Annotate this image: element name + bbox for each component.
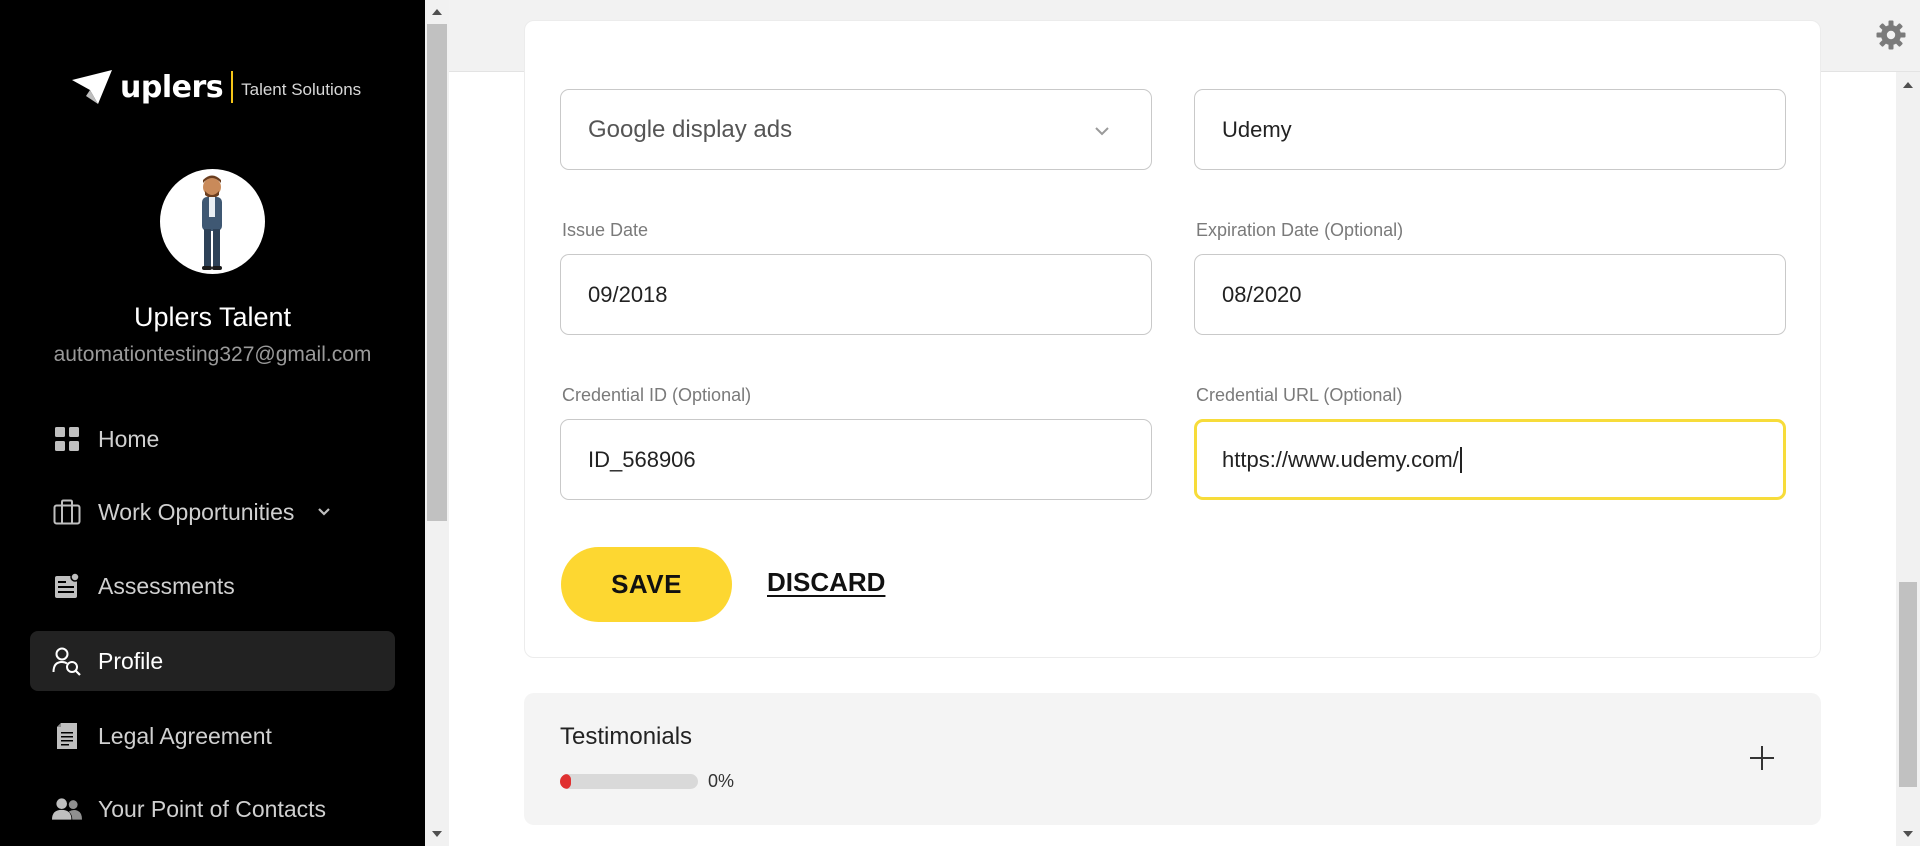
discard-button[interactable]: DISCARD [767, 567, 885, 598]
sidebar-item-label: Work Opportunities [98, 498, 295, 525]
user-name: Uplers Talent [133, 302, 292, 332]
briefcase-icon [52, 497, 82, 527]
assessment-icon [52, 571, 82, 601]
save-button[interactable]: SAVE [561, 547, 732, 622]
issue-date-value: 09/2018 [588, 281, 668, 307]
certification-select-value: Google display ads [588, 115, 793, 143]
sidebar-item-label: Legal Agreement [98, 722, 272, 749]
logo-wordmark: uplers [120, 69, 224, 105]
sidebar-item-legal-agreement[interactable]: Legal Agreement [30, 706, 395, 766]
sidebar-item-assessments[interactable]: Assessments [30, 556, 395, 616]
plus-icon[interactable] [1747, 743, 1777, 773]
sidebar-item-label: Assessments [98, 572, 235, 599]
avatar-figure-icon [202, 175, 222, 270]
issuing-organization-value: Udemy [1222, 116, 1292, 142]
credential-id-value: ID_568906 [588, 446, 696, 472]
expiration-date-field[interactable]: 08/2020 [1194, 254, 1786, 335]
scroll-down-arrow-icon[interactable] [1903, 831, 1913, 837]
issuing-organization-field[interactable]: Udemy [1194, 89, 1786, 170]
uplers-logo-icon [72, 70, 112, 104]
uplers-logo[interactable]: uplers Talent Solutions [68, 66, 361, 108]
avatar[interactable] [160, 169, 265, 274]
certification-select[interactable]: Google display ads [560, 89, 1152, 170]
scroll-up-arrow-icon[interactable] [1903, 82, 1913, 88]
sidebar-item-label: Your Point of Contacts [98, 795, 327, 822]
chevron-down-icon [1095, 127, 1109, 136]
sidebar-item-profile[interactable]: Profile [30, 631, 395, 691]
sidebar-item-label: Profile [98, 647, 164, 674]
sidebar: uplers Talent Solutions Uplers Talent au… [0, 0, 425, 846]
scroll-down-arrow-icon[interactable] [432, 831, 442, 837]
testimonials-title: Testimonials [560, 723, 693, 750]
chevron-down-icon[interactable] [316, 504, 332, 520]
expiration-date-value: 08/2020 [1222, 281, 1302, 307]
text-cursor [1459, 446, 1462, 473]
credential-url-field[interactable]: https://www.udemy.com/ [1194, 419, 1786, 500]
grid-icon [52, 424, 82, 454]
testimonials-section[interactable]: Testimonials 0% [524, 693, 1821, 825]
contacts-icon [52, 794, 82, 824]
credential-url-value: https://www.udemy.com/ [1222, 446, 1459, 472]
scrollbar-thumb[interactable] [1899, 582, 1917, 787]
testimonials-progress-bar [560, 774, 698, 789]
credential-id-field[interactable]: ID_568906 [560, 419, 1152, 500]
issue-date-field[interactable]: 09/2018 [560, 254, 1152, 335]
testimonials-progress-text: 0% [708, 771, 735, 791]
profile-search-icon [52, 646, 82, 676]
issue-date-label: Issue Date [562, 220, 649, 240]
credential-url-label: Credential URL (Optional) [1196, 385, 1403, 405]
gear-icon[interactable] [1876, 20, 1906, 50]
issuing-org-label-cutoff [1196, 55, 1416, 69]
scrollbar-thumb[interactable] [427, 24, 447, 521]
scroll-up-arrow-icon[interactable] [432, 9, 442, 15]
content-scrollbar[interactable] [1896, 72, 1920, 846]
logo-divider [231, 71, 234, 103]
sidebar-item-work-opportunities[interactable]: Work Opportunities [30, 482, 395, 542]
user-email: automationtesting327@gmail.com [53, 343, 372, 366]
progress-fill [560, 774, 571, 789]
logo-subtext: Talent Solutions [241, 80, 362, 99]
document-icon [52, 721, 82, 751]
sidebar-item-label: Home [98, 425, 160, 452]
credential-id-label: Credential ID (Optional) [562, 385, 752, 405]
sidebar-scrollbar[interactable] [425, 0, 449, 846]
sidebar-item-home[interactable]: Home [30, 409, 395, 469]
expiration-date-label: Expiration Date (Optional) [1196, 220, 1404, 240]
sidebar-item-your-point-of-contacts[interactable]: Your Point of Contacts [30, 779, 395, 839]
